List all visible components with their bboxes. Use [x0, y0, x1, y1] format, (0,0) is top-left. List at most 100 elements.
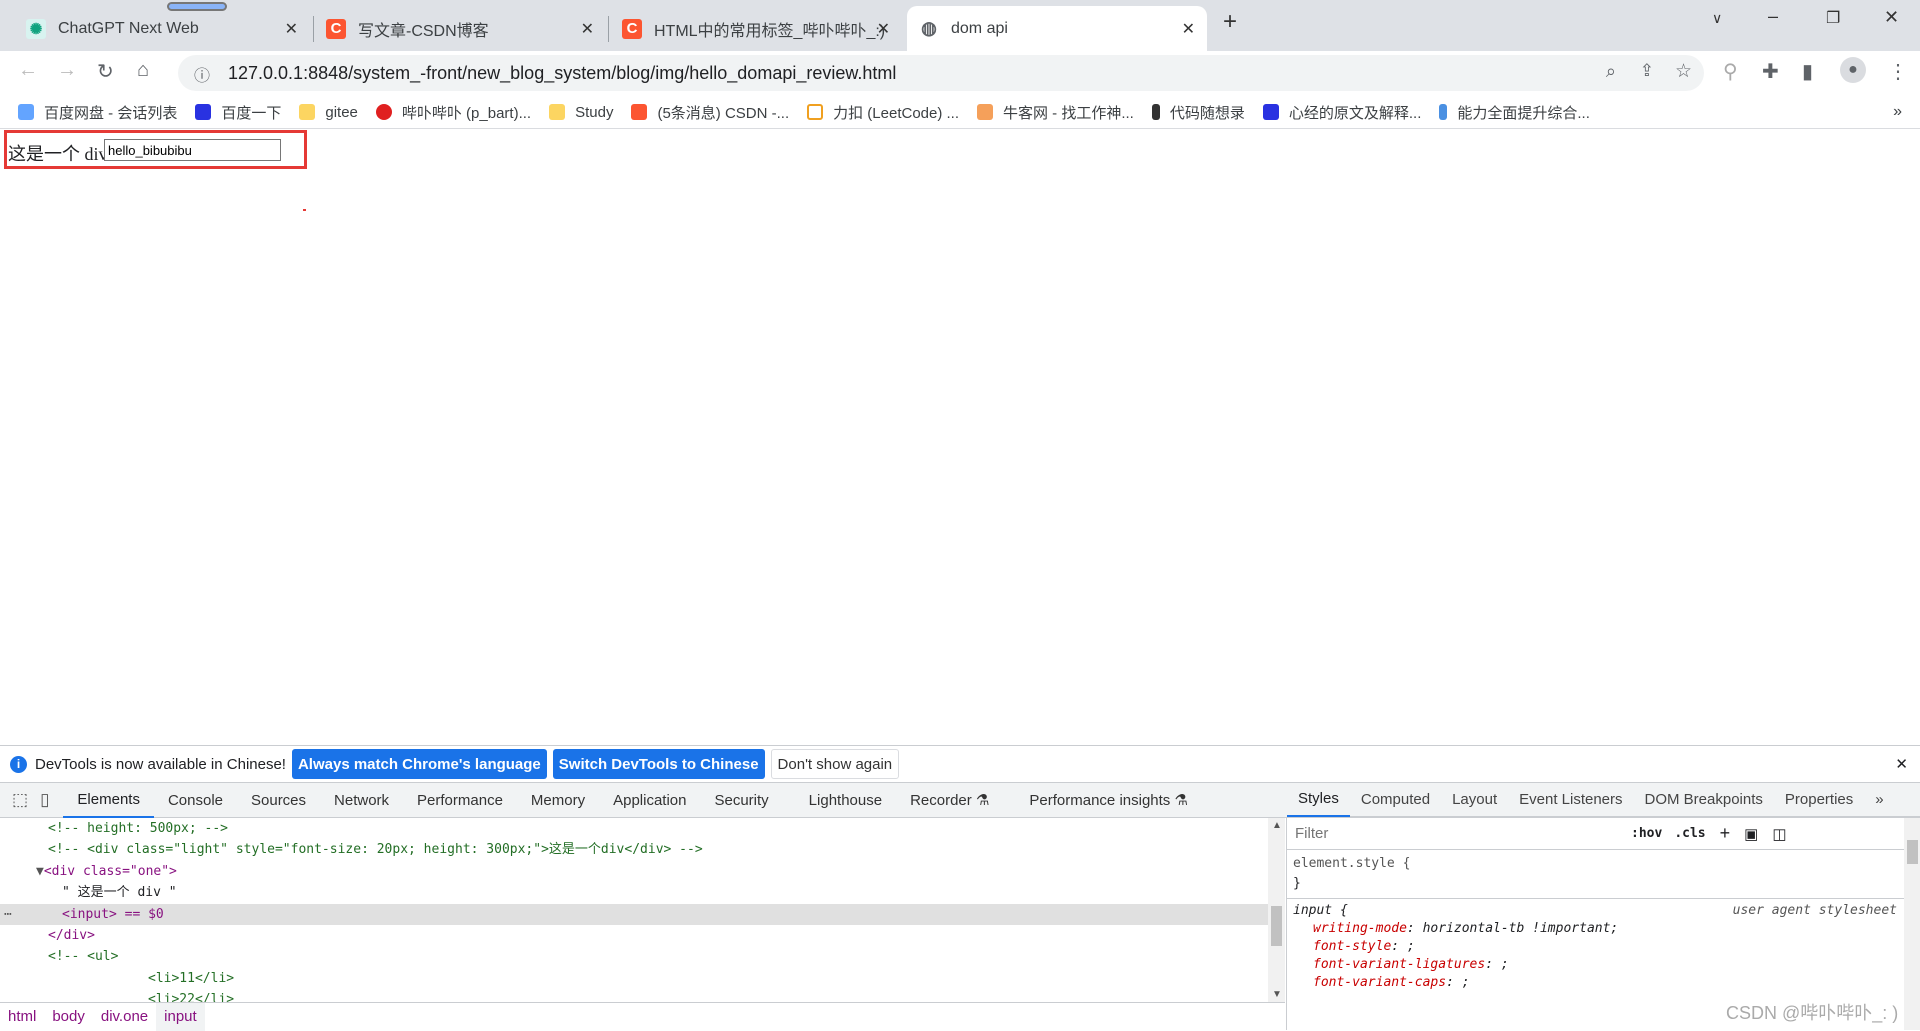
- cls-button[interactable]: .cls: [1674, 826, 1705, 841]
- prop-name[interactable]: font-variant-ligatures: [1313, 957, 1485, 972]
- tab-memory[interactable]: Memory: [517, 783, 599, 818]
- tab-event-listeners[interactable]: Event Listeners: [1508, 783, 1633, 817]
- bookmark-item[interactable]: 代码随想录: [1151, 102, 1245, 123]
- expand-triangle-icon[interactable]: ▼: [36, 864, 44, 879]
- dom-node[interactable]: <!-- <ul>: [0, 946, 1268, 967]
- bookmark-item[interactable]: 百度网盘 - 会话列表: [18, 102, 177, 123]
- dom-node[interactable]: <li>22</li>: [0, 989, 1268, 1002]
- toggle-sidebar-icon[interactable]: ◫: [1772, 825, 1786, 843]
- new-tab-button[interactable]: +: [1223, 8, 1237, 36]
- paint-icon[interactable]: ▣: [1744, 825, 1758, 843]
- add-rule-icon[interactable]: +: [1720, 823, 1731, 844]
- elements-tree[interactable]: <!-- height: 500px; --> <!-- <div class=…: [0, 818, 1268, 1002]
- prop-name[interactable]: writing-mode: [1313, 921, 1407, 936]
- breadcrumb-item[interactable]: html: [0, 1003, 44, 1031]
- dom-node[interactable]: </div>: [0, 925, 1268, 946]
- tab-computed[interactable]: Computed: [1350, 783, 1441, 817]
- dont-show-again-button[interactable]: Don't show again: [770, 749, 900, 779]
- rule-source[interactable]: user agent stylesheet: [1733, 902, 1897, 920]
- elements-scrollbar[interactable]: ▲ ▼: [1268, 818, 1285, 1002]
- forward-button[interactable]: →: [57, 59, 77, 82]
- tab-csdn-write[interactable]: C 写文章-CSDN博客 ✕: [314, 6, 606, 51]
- breadcrumb-item[interactable]: body: [44, 1003, 93, 1031]
- tab-application[interactable]: Application: [599, 783, 700, 818]
- tab-sources[interactable]: Sources: [237, 783, 320, 818]
- prop-value[interactable]: horizontal-tb !important;: [1423, 921, 1619, 936]
- bookmark-item[interactable]: 百度一下: [195, 102, 281, 123]
- bookmark-item[interactable]: 牛客网 - 找工作神...: [977, 102, 1134, 123]
- tab-performance-insights[interactable]: Performance insights ⚗: [1015, 783, 1202, 818]
- match-language-button[interactable]: Always match Chrome's language: [291, 749, 547, 779]
- tab-chatgpt[interactable]: ✺ ChatGPT Next Web ✕: [14, 6, 310, 51]
- close-icon[interactable]: ✕: [1182, 19, 1195, 39]
- reload-button[interactable]: ↻: [97, 59, 114, 84]
- close-icon[interactable]: ✕: [581, 19, 594, 39]
- menu-icon[interactable]: ⋮: [1888, 59, 1908, 84]
- scroll-up-icon[interactable]: ▲: [1272, 820, 1282, 831]
- address-bar[interactable]: ⓘ 127.0.0.1:8848/system_-front/new_blog_…: [178, 55, 1704, 91]
- close-icon[interactable]: ✕: [877, 19, 890, 39]
- side-panel-icon[interactable]: ▮: [1802, 59, 1813, 84]
- dom-node[interactable]: <!-- height: 500px; -->: [0, 818, 1268, 839]
- tab-properties[interactable]: Properties: [1774, 783, 1864, 817]
- close-icon[interactable]: ✕: [285, 19, 298, 39]
- scroll-down-icon[interactable]: ▼: [1272, 989, 1282, 1000]
- scrollbar-thumb[interactable]: [1907, 840, 1918, 864]
- tab-lighthouse[interactable]: Lighthouse: [795, 783, 896, 818]
- dom-node[interactable]: ▼<div class="one">: [0, 861, 1268, 882]
- prop-value[interactable]: ;: [1501, 957, 1509, 972]
- zoom-icon[interactable]: ⌕: [1606, 61, 1616, 82]
- tab-network[interactable]: Network: [320, 783, 403, 818]
- device-toolbar-icon[interactable]: ▯: [40, 790, 49, 810]
- tab-dom-api[interactable]: ◍ dom api ✕: [907, 6, 1207, 51]
- bookmark-item[interactable]: gitee: [299, 104, 358, 121]
- dom-node[interactable]: <li>11</li>: [0, 968, 1268, 989]
- close-icon[interactable]: ✕: [1895, 755, 1908, 773]
- prop-value[interactable]: ;: [1407, 939, 1415, 954]
- tab-dom-breakpoints[interactable]: DOM Breakpoints: [1634, 783, 1774, 817]
- tab-list-button[interactable]: ∨: [1712, 10, 1722, 27]
- bookmark-item[interactable]: Study: [549, 104, 613, 121]
- switch-chinese-button[interactable]: Switch DevTools to Chinese: [552, 749, 765, 779]
- tab-elements[interactable]: Elements: [63, 783, 154, 818]
- tab-html-tags[interactable]: C HTML中的常用标签_哔卟哔卟_:) ✕: [610, 6, 902, 51]
- tab-recorder[interactable]: Recorder ⚗: [896, 783, 1003, 818]
- bookmark-item[interactable]: 哔卟哔卟 (p_bart)...: [375, 102, 531, 123]
- close-window-button[interactable]: ✕: [1884, 7, 1899, 28]
- element-style-rule[interactable]: element.style {}: [1293, 854, 1410, 894]
- scrollbar-thumb[interactable]: [1271, 906, 1282, 946]
- dom-node[interactable]: " 这是一个 div ": [0, 882, 1268, 903]
- ellipsis-icon[interactable]: ⋯: [4, 904, 12, 925]
- bookmark-item[interactable]: (5条消息) CSDN -...: [631, 102, 789, 123]
- input-rule[interactable]: input {user agent stylesheet writing-mod…: [1293, 902, 1897, 992]
- styles-filter-input[interactable]: [1291, 821, 1619, 846]
- prop-name[interactable]: font-variant-caps: [1313, 975, 1446, 990]
- back-button[interactable]: ←: [18, 59, 38, 82]
- text-input[interactable]: [104, 139, 281, 161]
- bookmark-item[interactable]: 能力全面提升综合...: [1439, 102, 1590, 123]
- tab-security[interactable]: Security: [700, 783, 782, 818]
- puzzle-icon[interactable]: ✚: [1762, 59, 1779, 84]
- styles-scrollbar[interactable]: [1904, 818, 1920, 1030]
- star-icon[interactable]: ☆: [1675, 60, 1692, 83]
- tab-layout[interactable]: Layout: [1441, 783, 1508, 817]
- breadcrumb-item[interactable]: div.one: [93, 1003, 156, 1031]
- bookmark-item[interactable]: 心经的原文及解释...: [1262, 102, 1421, 123]
- minimize-button[interactable]: –: [1768, 6, 1778, 27]
- bookmark-item[interactable]: 力扣 (LeetCode) ...: [807, 102, 959, 123]
- hov-button[interactable]: :hov: [1631, 826, 1662, 841]
- breadcrumb-item[interactable]: input: [156, 1002, 205, 1031]
- tab-console[interactable]: Console: [154, 783, 237, 818]
- share-icon[interactable]: ⇪: [1640, 61, 1654, 81]
- avatar[interactable]: ●: [1840, 57, 1866, 83]
- prop-name[interactable]: font-style: [1313, 939, 1391, 954]
- dom-node[interactable]: <!-- <div class="light" style="font-size…: [0, 839, 1268, 860]
- restore-button[interactable]: ❐: [1826, 8, 1840, 28]
- home-button[interactable]: ⌂: [137, 59, 149, 82]
- info-icon[interactable]: ⓘ: [194, 62, 210, 86]
- prop-value[interactable]: ;: [1462, 975, 1470, 990]
- dom-node-selected[interactable]: ⋯ <input> == $0: [0, 903, 1268, 925]
- tab-performance[interactable]: Performance: [403, 783, 517, 818]
- more-tabs-icon[interactable]: »: [1864, 783, 1894, 817]
- inspect-icon[interactable]: ⬚: [12, 790, 28, 810]
